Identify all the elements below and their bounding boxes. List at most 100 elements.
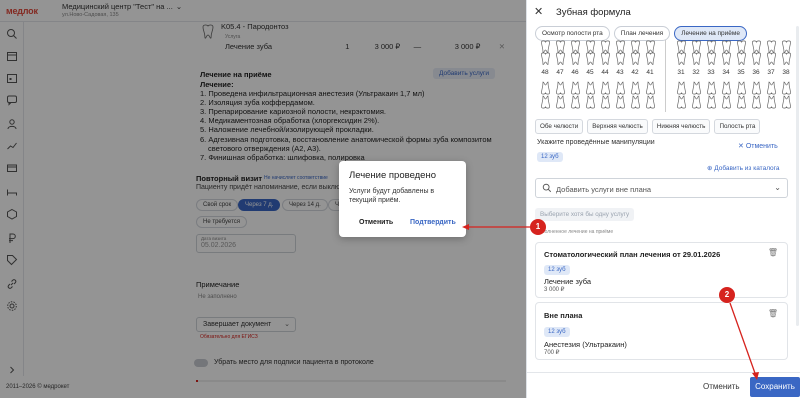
trash-icon[interactable]: 🗑 [768, 309, 778, 318]
tooth-number-45: 45 [586, 69, 594, 76]
dental-formula-panel: ✕ Зубная формула Осмотр полости рта План… [526, 0, 800, 398]
tooth-47-lower-root-icon[interactable] [555, 95, 566, 109]
tooth-33-lower-root-icon[interactable] [706, 95, 717, 109]
tooth-34-lower-icon[interactable] [721, 81, 732, 95]
tooth-46-upper-root-icon[interactable] [570, 52, 581, 66]
tooth-31-upper-root-icon[interactable] [676, 52, 687, 66]
tab-oral-exam[interactable]: Осмотр полости рта [535, 26, 610, 41]
tooth-32-lower-root-icon[interactable] [691, 95, 702, 109]
tooth-47-upper-root-icon[interactable] [555, 52, 566, 66]
tooth-36-lower-root-icon[interactable] [751, 95, 762, 109]
tooth-46-lower-root-icon[interactable] [570, 95, 581, 109]
tooth-41-lower-root-icon[interactable] [645, 95, 656, 109]
footer-cancel-button[interactable]: Отменить [703, 382, 740, 391]
tooth-48-lower-root-icon[interactable] [540, 95, 551, 109]
manipulations-label: Укажите проведённые манипуляции [537, 139, 655, 146]
tooth-34-upper-root-icon[interactable] [721, 52, 732, 66]
tooth-44-upper-root-icon[interactable] [600, 52, 611, 66]
tooth-42-lower-icon[interactable] [630, 81, 641, 95]
tooth-35-upper-root-icon[interactable] [736, 52, 747, 66]
tooth-42-upper-root-icon[interactable] [630, 52, 641, 66]
tooth-43-upper-root-icon[interactable] [615, 52, 626, 66]
tooth-44-lower-icon[interactable] [600, 81, 611, 95]
panel-title: Зубная формула [556, 7, 631, 18]
annotation-marker-2: 2 [719, 287, 735, 303]
tab-treatment-at-visit[interactable]: Лечение на приёме [674, 26, 747, 41]
done-treatment-note: Выполненное лечение на приёме [535, 229, 614, 235]
card-service-price: 700 ₽ [544, 350, 560, 356]
annotation-marker-1: 1 [530, 219, 546, 235]
tooth-35-lower-root-icon[interactable] [736, 95, 747, 109]
lower-jaw-button[interactable]: Нижняя челюсть [651, 119, 711, 134]
selected-tooth-badge: 12 зуб [537, 152, 563, 162]
tooth-35-lower-icon[interactable] [736, 81, 747, 95]
tab-treatment-plan[interactable]: План лечения [613, 26, 671, 41]
panel-scrollbar[interactable] [796, 26, 799, 326]
tooth-38-lower-root-icon[interactable] [781, 95, 792, 109]
dialog-text: Услуги будут добавлены в текущий приём. [349, 188, 435, 204]
card-title: Вне плана [544, 311, 583, 320]
tooth-number-46: 46 [571, 69, 579, 76]
card-title: Стоматологический план лечения от 29.01.… [544, 250, 721, 259]
add-from-catalog-link[interactable]: ⊕ Добавить из каталога [707, 164, 780, 172]
tooth-33-upper-root-icon[interactable] [706, 52, 717, 66]
card-tooth-badge: 12 зуб [544, 265, 570, 275]
trash-icon[interactable]: 🗑 [768, 248, 778, 257]
card-service-price: 3 000 ₽ [544, 287, 565, 293]
tooth-43-lower-icon[interactable] [615, 81, 626, 95]
treatment-done-dialog: Лечение проведено Услуги будут добавлены… [339, 161, 466, 237]
tooth-32-lower-icon[interactable] [691, 81, 702, 95]
tooth-45-lower-icon[interactable] [585, 81, 596, 95]
tooth-number-43: 43 [616, 69, 624, 76]
dialog-title: Лечение проведено [349, 170, 436, 181]
tooth-37-upper-root-icon[interactable] [766, 52, 777, 66]
tooth-37-lower-root-icon[interactable] [766, 95, 777, 109]
jaw-selector: Обе челюсти Верхняя челюсть Нижняя челюс… [535, 119, 761, 134]
cancel-selection-button[interactable]: ✕ Отменить [738, 142, 778, 150]
tooth-48-lower-icon[interactable] [540, 81, 551, 95]
out-of-plan-card: Вне плана 🗑 12 зуб Анестезия (Ультракаин… [535, 302, 788, 360]
tooth-number-33: 33 [707, 69, 715, 76]
close-icon[interactable]: ✕ [534, 5, 543, 18]
jaw-midline [665, 40, 666, 112]
tooth-number-41: 41 [646, 69, 654, 76]
tooth-31-lower-root-icon[interactable] [676, 95, 687, 109]
tooth-34-lower-root-icon[interactable] [721, 95, 732, 109]
oral-cavity-button[interactable]: Полость рта [714, 119, 761, 134]
tooth-38-upper-root-icon[interactable] [781, 52, 792, 66]
tooth-31-lower-icon[interactable] [676, 81, 687, 95]
tooth-46-lower-icon[interactable] [570, 81, 581, 95]
save-button[interactable]: Сохранить [750, 377, 800, 397]
dialog-confirm-button[interactable]: Подтвердить [410, 219, 456, 226]
tooth-45-upper-root-icon[interactable] [585, 52, 596, 66]
tooth-number-48: 48 [541, 69, 549, 76]
panel-footer: Отменить Сохранить [527, 372, 800, 398]
tooth-36-lower-icon[interactable] [751, 81, 762, 95]
tooth-38-lower-icon[interactable] [781, 81, 792, 95]
tooth-number-31: 31 [677, 69, 685, 76]
tooth-45-lower-root-icon[interactable] [585, 95, 596, 109]
tooth-41-upper-root-icon[interactable] [645, 52, 656, 66]
tooth-number-37: 37 [767, 69, 775, 76]
plan-service-card: Стоматологический план лечения от 29.01.… [535, 242, 788, 298]
tooth-37-lower-icon[interactable] [766, 81, 777, 95]
tooth-33-lower-icon[interactable] [706, 81, 717, 95]
upper-jaw-button[interactable]: Верхняя челюсть [587, 119, 648, 134]
tooth-42-lower-root-icon[interactable] [630, 95, 641, 109]
tooth-43-lower-root-icon[interactable] [615, 95, 626, 109]
choose-service-button[interactable]: Выберите хотя бы одну услугу [535, 208, 635, 221]
dental-chart: 48 47 46 45 44 43 42 41 31 32 33 34 35 36 37 38 [539, 40, 791, 114]
both-jaws-button[interactable]: Обе челюсти [535, 119, 584, 134]
tooth-32-upper-root-icon[interactable] [691, 52, 702, 66]
tooth-36-upper-root-icon[interactable] [751, 52, 762, 66]
tooth-41-lower-icon[interactable] [645, 81, 656, 95]
card-service-name: Анестезия (Ультракаин) [544, 340, 627, 349]
tooth-47-lower-icon[interactable] [555, 81, 566, 95]
tooth-number-35: 35 [737, 69, 745, 76]
tooth-48-upper-root-icon[interactable] [540, 52, 551, 66]
tooth-44-lower-root-icon[interactable] [600, 95, 611, 109]
panel-tabs: Осмотр полости рта План лечения Лечение … [535, 26, 747, 41]
tooth-number-44: 44 [601, 69, 609, 76]
dialog-cancel-button[interactable]: Отменить [359, 219, 393, 226]
add-services-search[interactable]: Добавить услуги вне плана ⌄ [535, 178, 788, 198]
